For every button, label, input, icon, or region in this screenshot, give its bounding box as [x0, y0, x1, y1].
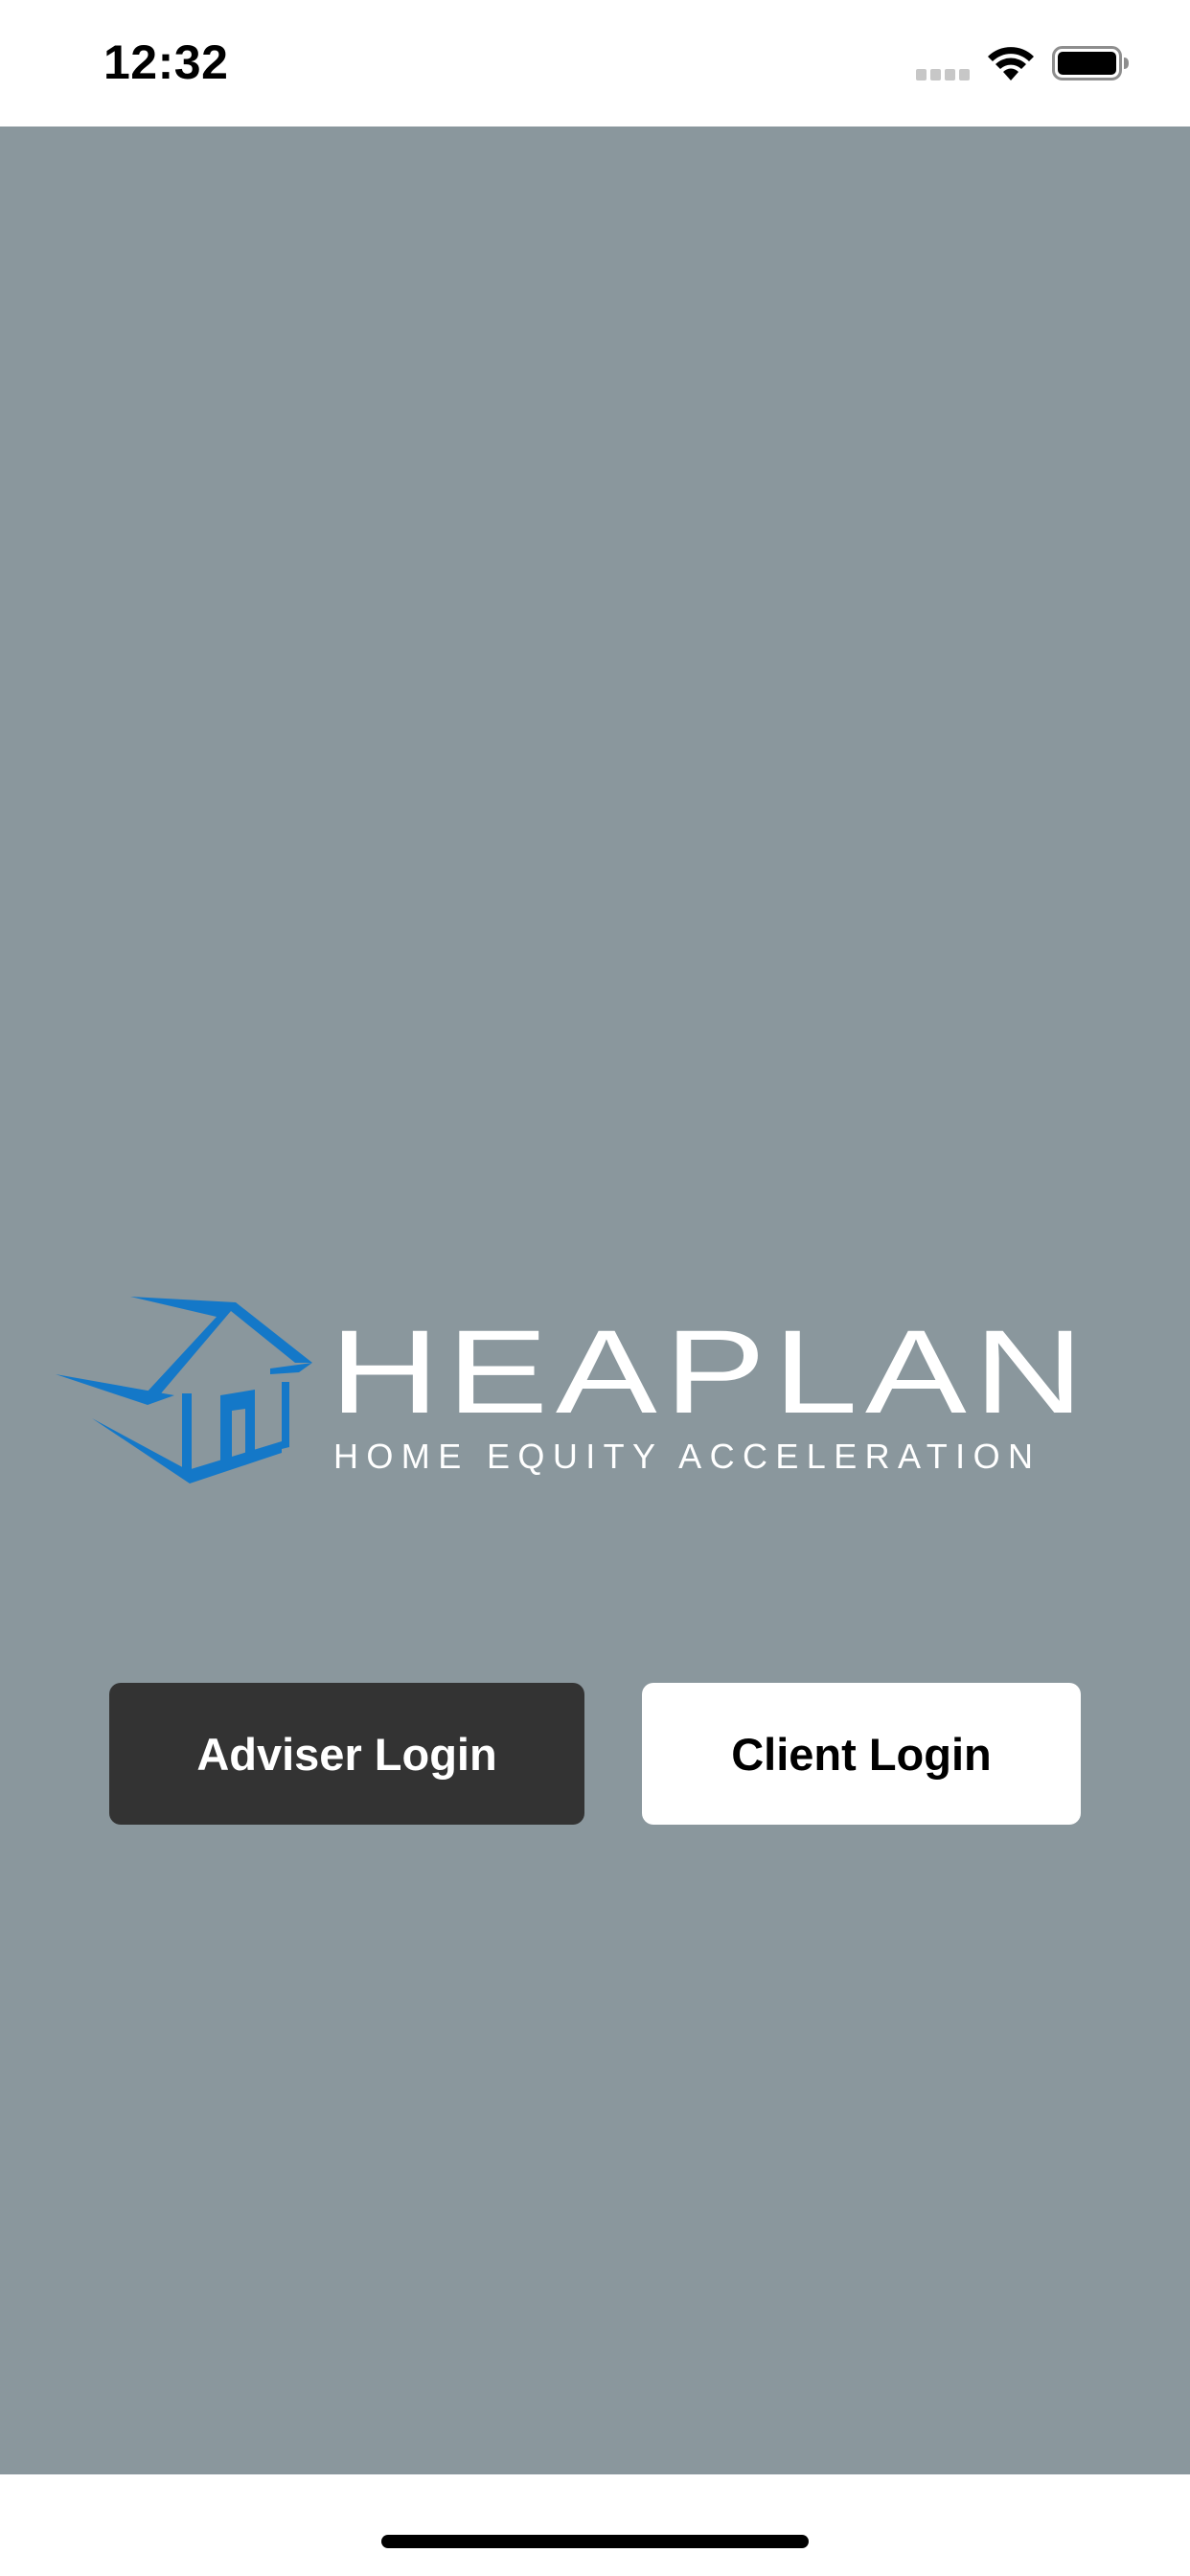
home-indicator[interactable]: [381, 2535, 809, 2548]
cellular-signal-icon: [916, 69, 970, 80]
status-bar: 12:32: [0, 0, 1190, 126]
battery-icon: [1052, 46, 1129, 80]
status-time: 12:32: [103, 35, 229, 89]
wifi-icon: [988, 47, 1034, 80]
house-logo-icon: [56, 1297, 312, 1484]
adviser-login-button[interactable]: Adviser Login: [109, 1683, 584, 1825]
client-login-button[interactable]: Client Login: [642, 1683, 1081, 1825]
brand-name: HEAPLAN: [330, 1306, 1091, 1438]
heaplan-logo: HEAPLAN HOME EQUITY ACCELERATION: [54, 1294, 1129, 1495]
brand-tagline: HOME EQUITY ACCELERATION: [333, 1437, 1041, 1476]
login-screen: HEAPLAN HOME EQUITY ACCELERATION Adviser…: [0, 126, 1190, 2474]
